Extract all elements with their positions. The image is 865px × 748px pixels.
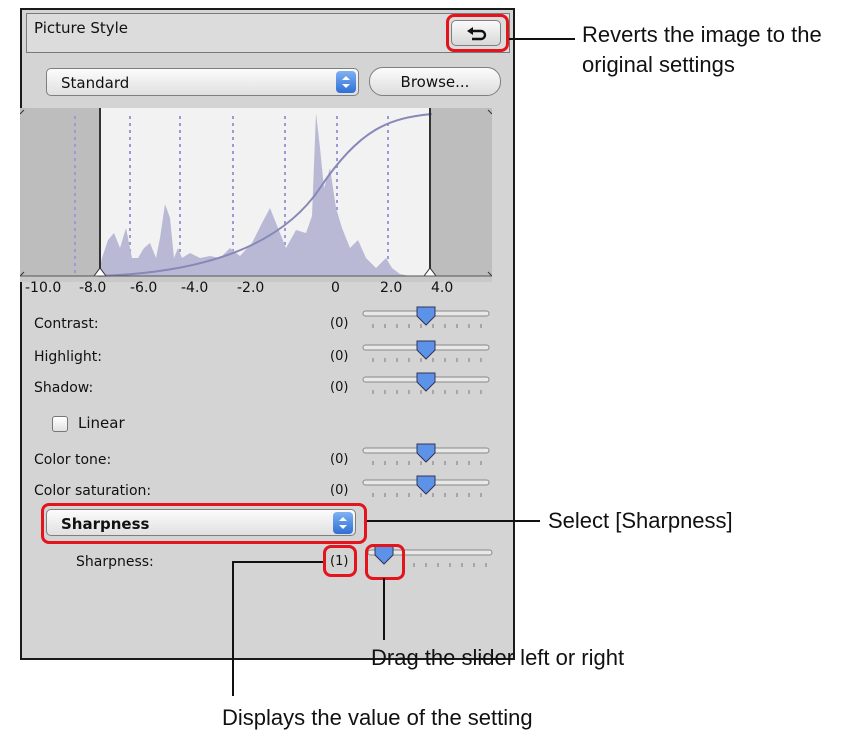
drag-leader [383,578,385,640]
histogram-tick: 0 [331,280,340,296]
revert-leader [509,38,575,40]
panel-title: Picture Style [34,19,129,37]
linear-label: Linear [78,414,125,432]
color-saturation-label: Color saturation: [34,483,152,499]
highlight-label: Highlight: [34,349,102,365]
histogram-tick: 4.0 [431,280,454,296]
slider-highlight [365,544,405,580]
histogram-tick: -6.0 [130,280,158,296]
color-tone-label: Color tone: [34,452,112,468]
linear-checkbox[interactable] [52,416,68,432]
drag-callout: Drag the slider left or right [371,645,625,670]
select-callout: Select [Sharpness] [548,508,733,533]
histogram-tick: -2.0 [237,280,265,296]
color-tone-value: (0) [330,452,349,467]
displays-leader-h [233,561,323,563]
value-highlight [323,545,357,577]
histogram-tick: -10.0 [25,280,62,296]
color-saturation-value: (0) [330,483,349,498]
revert-highlight [446,14,509,52]
popup-stepper-icon [336,71,356,93]
highlight-value: (0) [330,349,349,364]
displays-callout: Displays the value of the setting [222,705,533,730]
contrast-value: (0) [330,316,349,331]
contrast-label: Contrast: [34,316,99,332]
shadow-slider[interactable] [361,372,491,398]
displays-leader-v [232,561,234,696]
shadow-value: (0) [330,380,349,395]
contrast-slider[interactable] [361,306,491,332]
browse-label: Browse... [400,73,470,91]
picture-style-value: Standard [61,74,130,92]
histogram-tick: -8.0 [79,280,107,296]
color-saturation-slider[interactable] [361,475,491,501]
revert-callout: Reverts the image to the original settin… [582,22,822,77]
select-leader [367,520,540,522]
histogram-tick: -4.0 [181,280,209,296]
browse-button[interactable]: Browse... [369,67,501,96]
picture-style-select[interactable]: Standard [46,68,359,96]
highlight-slider[interactable] [361,340,491,366]
sharpness-select-highlight [41,503,367,544]
shadow-label: Shadow: [34,380,94,396]
histogram-tick: 2.0 [380,280,403,296]
tone-curve-histogram[interactable] [20,108,492,282]
color-tone-slider[interactable] [361,443,491,469]
sharpness-label: Sharpness: [76,554,154,570]
